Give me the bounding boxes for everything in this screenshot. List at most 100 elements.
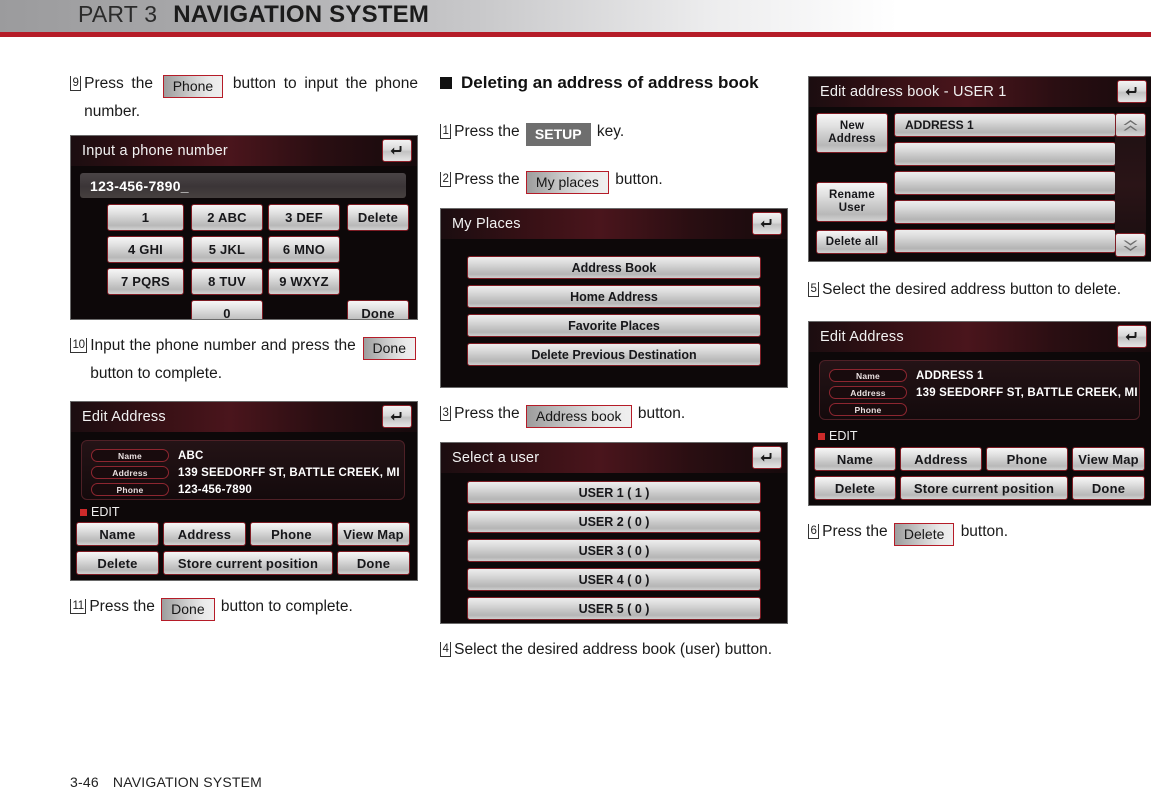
key-3[interactable]: 3 DEF	[268, 204, 340, 231]
delete-previous-destination-button[interactable]: Delete Previous Destination	[467, 343, 761, 366]
step-text-after: button.	[960, 523, 1009, 540]
step-number: 9	[70, 76, 82, 91]
new-address-button[interactable]: New Address	[816, 113, 888, 153]
home-address-button[interactable]: Home Address	[467, 285, 761, 308]
view-map-button[interactable]: View Map	[1072, 447, 1145, 471]
double-chevron-up-icon[interactable]	[1115, 113, 1146, 137]
user-2-button[interactable]: USER 2 ( 0 )	[467, 510, 761, 533]
user-3-button[interactable]: USER 3 ( 0 )	[467, 539, 761, 562]
return-arrow-icon	[760, 219, 772, 228]
return-arrow-icon	[760, 453, 772, 462]
address-list-item[interactable]	[894, 142, 1116, 166]
field-row-phone: Phone 123-456-7890	[91, 483, 252, 496]
page-number: 3-46	[70, 774, 99, 790]
step-text-before: Press the	[84, 75, 153, 92]
edit-button-row-1: Name Address Phone View Map	[809, 447, 1151, 471]
favorite-places-button[interactable]: Favorite Places	[467, 314, 761, 337]
edit-name-button[interactable]: Name	[76, 522, 159, 546]
screen-title-bar: Edit address book - USER 1	[809, 77, 1151, 107]
phone-number-display[interactable]: 123-456-7890_	[80, 173, 406, 198]
edit-name-button[interactable]: Name	[814, 447, 896, 471]
step-number: 4	[440, 642, 452, 657]
view-map-button[interactable]: View Map	[337, 522, 410, 546]
address-book-button[interactable]: Address Book	[467, 256, 761, 279]
screen-title-bar: Edit Address	[71, 402, 417, 432]
middle-column: Deleting an address of address book 1 Pr…	[440, 70, 788, 667]
address-list-item[interactable]	[894, 200, 1116, 224]
step-number: 6	[808, 524, 820, 539]
edit-address-button[interactable]: Address	[163, 522, 246, 546]
done-button[interactable]: Done	[1072, 476, 1145, 500]
screen-title-bar: My Places	[441, 209, 787, 239]
address-list-item[interactable]: ADDRESS 1	[894, 113, 1116, 137]
key-1[interactable]: 1	[107, 204, 184, 231]
field-row-name: Name ABC	[91, 449, 204, 462]
key-9[interactable]: 9 WXYZ	[268, 268, 340, 295]
back-icon[interactable]	[752, 446, 782, 469]
section-heading-text: Deleting an address of address book	[461, 73, 759, 92]
header-red-rule	[0, 32, 1151, 37]
double-chevron-down-icon[interactable]	[1115, 233, 1146, 257]
user-5-button[interactable]: USER 5 ( 0 )	[467, 597, 761, 620]
step-text: Select the desired address button to del…	[822, 281, 1122, 298]
rename-user-button[interactable]: Rename User	[816, 182, 888, 222]
edit-action-buttons: Name Address Phone View Map Delete Store…	[71, 522, 417, 580]
edit-phone-button[interactable]: Phone	[986, 447, 1068, 471]
delete-button[interactable]: Delete	[814, 476, 896, 500]
field-label-name: Name	[91, 449, 169, 462]
back-icon[interactable]	[1117, 325, 1147, 348]
edit-marker-icon	[80, 508, 87, 516]
step-6: 6 Press the Delete button.	[808, 518, 1151, 546]
back-icon[interactable]	[1117, 80, 1147, 103]
user-1-button[interactable]: USER 1 ( 1 )	[467, 481, 761, 504]
inline-done-button[interactable]: Done	[362, 337, 416, 360]
screen-title: Select a user	[452, 450, 540, 466]
step-text: Select the desired address book (user) b…	[454, 641, 773, 658]
back-icon[interactable]	[752, 212, 782, 235]
input-phone-number-screen: Input a phone number 123-456-7890_ 1 2 A…	[70, 135, 418, 320]
address-list-item[interactable]	[894, 229, 1116, 253]
done-button[interactable]: Done	[337, 551, 410, 575]
key-4[interactable]: 4 GHI	[107, 236, 184, 263]
step-number: 11	[70, 599, 87, 614]
inline-done-button[interactable]: Done	[161, 598, 215, 621]
step-11: 11 Press the Done button to complete.	[70, 593, 418, 621]
inline-phone-button[interactable]: Phone	[162, 75, 224, 98]
key-7[interactable]: 7 PQRS	[107, 268, 184, 295]
keypad-row-2: 4 GHI 5 JKL 6 MNO	[71, 236, 417, 263]
page-title: NAVIGATION SYSTEM	[173, 1, 430, 28]
store-current-position-button[interactable]: Store current position	[900, 476, 1068, 500]
screen-body: Address Book Home Address Favorite Place…	[441, 239, 787, 387]
square-bullet-icon	[440, 77, 452, 89]
key-0[interactable]: 0	[191, 300, 263, 319]
delete-key[interactable]: Delete	[347, 204, 409, 231]
scrollbar[interactable]	[1115, 113, 1146, 257]
back-icon[interactable]	[382, 139, 412, 162]
store-current-position-button[interactable]: Store current position	[163, 551, 333, 575]
back-icon[interactable]	[382, 405, 412, 428]
inline-my-places-button[interactable]: My places	[525, 171, 609, 194]
delete-button[interactable]: Delete	[76, 551, 159, 575]
key-8[interactable]: 8 TUV	[191, 268, 263, 295]
inline-setup-key[interactable]: SETUP	[525, 123, 591, 146]
key-6[interactable]: 6 MNO	[268, 236, 340, 263]
inline-address-book-button[interactable]: Address book	[525, 405, 632, 428]
key-5[interactable]: 5 JKL	[191, 236, 263, 263]
edit-address-button[interactable]: Address	[900, 447, 982, 471]
field-label-name: Name	[829, 369, 907, 382]
keypad-row-4: 0 Done	[71, 300, 417, 319]
step-text-after: button to complete.	[90, 365, 223, 382]
key-2[interactable]: 2 ABC	[191, 204, 263, 231]
step-text-before: Press the	[454, 123, 520, 140]
step-text-before: Input the phone number and press the	[90, 337, 356, 354]
done-key[interactable]: Done	[347, 300, 409, 319]
field-label-phone: Phone	[91, 483, 169, 496]
delete-all-button[interactable]: Delete all	[816, 230, 888, 254]
edit-address-screen-right: Edit Address Name ADDRESS 1 Address 139 …	[808, 321, 1151, 506]
user-4-button[interactable]: USER 4 ( 0 )	[467, 568, 761, 591]
edit-phone-button[interactable]: Phone	[250, 522, 333, 546]
screen-body: Name ADDRESS 1 Address 139 SEEDORFF ST, …	[809, 352, 1151, 505]
address-list-item[interactable]	[894, 171, 1116, 195]
return-arrow-icon	[390, 412, 402, 421]
inline-delete-button[interactable]: Delete	[893, 523, 955, 546]
